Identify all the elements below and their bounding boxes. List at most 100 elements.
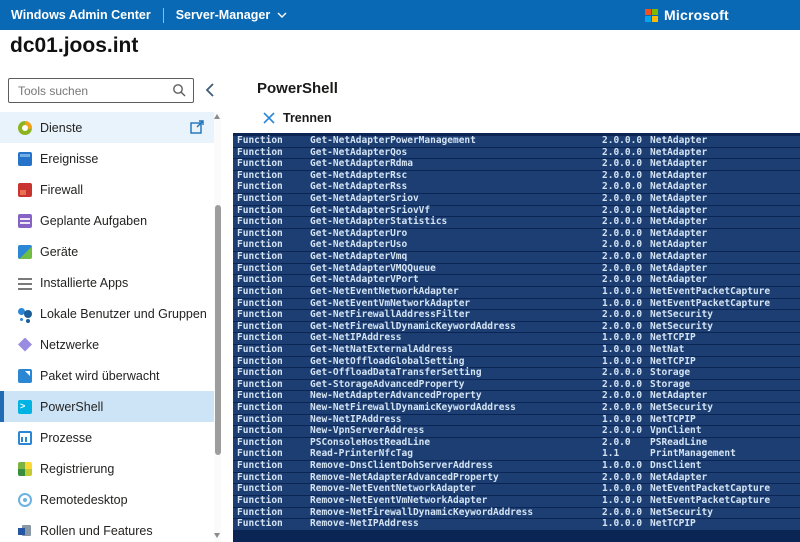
sidebar-item-scheduled-tasks[interactable]: Geplante Aufgaben <box>0 205 214 236</box>
network-icon <box>18 337 32 352</box>
sidebar-item-label: Ereignisse <box>40 151 99 166</box>
processes-icon <box>18 430 32 445</box>
solution-picker-label: Server-Manager <box>175 8 271 22</box>
console-row: Function Get-NetAdapterUro 2.0.0.0 NetAdapt… <box>233 228 800 240</box>
page-title: dc01.joos.int <box>10 34 139 57</box>
microsoft-logo: Microsoft <box>645 0 729 30</box>
console-row: Function New-NetFirewallDynamicKeywordAdd… <box>233 402 800 414</box>
sidebar-item-processes[interactable]: Prozesse <box>0 422 214 453</box>
console-row: Function New-NetIPAddress 1.0.0.0 NetTCPIP <box>233 414 800 426</box>
console-row: Function Get-NetAdapterQos 2.0.0.0 NetAdapt… <box>233 147 800 159</box>
sidebar-item-label: PowerShell <box>40 399 104 414</box>
scrollbar-thumb[interactable] <box>214 205 221 455</box>
disconnect-label: Trennen <box>283 111 332 125</box>
console-row: Function New-NetAdapterAdvancedProperty 2.… <box>233 391 800 403</box>
firewall-icon <box>18 182 32 197</box>
solution-picker[interactable]: Server-Manager <box>176 8 288 22</box>
services-gear-icon <box>18 120 32 135</box>
top-app-bar: Windows Admin Center Server-Manager Micr… <box>0 0 800 30</box>
open-in-new-icon[interactable] <box>190 120 205 134</box>
console-row: Function Get-NetAdapterVPort 2.0.0.0 NetAda… <box>233 275 800 286</box>
console-row: Function Remove-NetAdapterAdvancedPropert… <box>233 472 800 484</box>
scheduled-tasks-icon <box>18 213 32 228</box>
microsoft-logo-text: Microsoft <box>664 7 729 23</box>
windows-admin-center-window: Windows Admin Center Server-Manager Micr… <box>0 0 800 542</box>
tool-title: PowerShell <box>257 80 338 97</box>
console-row: Function Get-NetAdapterUso 2.0.0.0 NetAdapt… <box>233 240 800 252</box>
tools-sidebar: Dienste Ereignisse Firewall Geplante Aufgab… <box>0 66 222 542</box>
console-row: Function PSConsoleHostReadLine 2.0.0 PSRead… <box>233 437 800 449</box>
roles-features-icon <box>18 525 31 536</box>
search-input[interactable] <box>8 78 194 103</box>
sidebar-item-label: Remotedesktop <box>40 492 128 507</box>
scroll-down-icon[interactable] <box>214 533 220 538</box>
console-row: Function Get-NetOffloadGlobalSetting 1.0.0… <box>233 356 800 368</box>
sidebar-item-label: Installierte Apps <box>40 275 129 290</box>
sidebar-item-label: Paket wird überwacht <box>40 368 160 383</box>
sidebar-menu: Dienste Ereignisse Firewall Geplante Aufgab… <box>0 112 214 542</box>
sidebar-item-remote-desktop[interactable]: Remotedesktop <box>0 484 214 515</box>
console-row: Function Remove-NetEventNetworkAdapter 1.0… <box>233 483 800 495</box>
console-row: Function Get-NetAdapterPowerManagement 2.0… <box>233 135 800 147</box>
sidebar-item-label: Registrierung <box>40 461 115 476</box>
sidebar-item-firewall[interactable]: Firewall <box>0 174 214 205</box>
package-monitor-icon <box>18 368 32 383</box>
events-icon <box>18 151 32 166</box>
console-row: Function Get-NetAdapterStatistics 2.0.0.0 N… <box>233 216 800 228</box>
sidebar-item-label: Rollen und Features <box>40 523 153 538</box>
console-row: Function Get-NetNatExternalAddress 1.0.0.0… <box>233 344 800 356</box>
registry-icon <box>18 461 32 476</box>
console-row: Function Get-StorageAdvancedProperty 2.0.0… <box>233 379 800 391</box>
powershell-icon <box>18 399 32 414</box>
console-row: Function Get-NetFirewallAddressFilter 2.0.… <box>233 309 800 321</box>
console-row: Function Get-NetAdapterRsc 2.0.0.0 NetAdapt… <box>233 170 800 182</box>
sidebar-item-local-users-groups[interactable]: Lokale Benutzer und Gruppen <box>0 298 214 329</box>
sidebar-item-label: Dienste <box>40 120 83 135</box>
microsoft-logo-icon <box>645 8 658 22</box>
users-groups-icon <box>18 307 32 321</box>
topbar-divider <box>162 7 164 23</box>
sidebar-item-roles-features[interactable]: Rollen und Features <box>0 515 214 542</box>
console-row: Function Get-NetIPAddress 1.0.0.0 NetTCPIP <box>233 333 800 345</box>
console-row: Function Read-PrinterNfcTag 1.1 PrintManage… <box>233 449 800 461</box>
console-row: Function Get-NetEventNetworkAdapter 1.0.0.… <box>233 286 800 298</box>
sidebar-item-packet-monitoring[interactable]: Paket wird überwacht <box>0 360 214 391</box>
sidebar-item-label: Geräte <box>40 244 79 259</box>
chevron-left-icon[interactable] <box>202 81 220 99</box>
console-row: Function New-VpnServerAddress 2.0.0.0 VpnCl… <box>233 425 800 437</box>
sidebar-item-label: Firewall <box>40 182 84 197</box>
sidebar-item-label: Geplante Aufgaben <box>40 213 148 228</box>
sidebar-item-installed-apps[interactable]: Installierte Apps <box>0 267 214 298</box>
app-title[interactable]: Windows Admin Center <box>11 8 151 22</box>
console-row: Function Remove-NetFirewallDynamicKeyword… <box>233 507 800 519</box>
console-row: Function Get-NetFirewallDynamicKeywordAdd… <box>233 321 800 333</box>
console-row: Function Get-NetAdapterVmq 2.0.0.0 NetAdapt… <box>233 251 800 263</box>
console-row: Function Get-NetAdapterSriovVf 2.0.0.0 NetA… <box>233 205 800 217</box>
disconnect-button[interactable]: Trennen <box>263 111 332 125</box>
chevron-down-icon <box>277 12 287 18</box>
console-row: Function Get-NetEventVmNetworkAdapter 1.0.… <box>233 298 800 310</box>
selected-accent-bar <box>0 391 4 422</box>
sidebar-item-devices[interactable]: Geräte <box>0 236 214 267</box>
devices-icon <box>18 244 32 259</box>
sidebar-item-events[interactable]: Ereignisse <box>0 143 214 174</box>
console-row: Function Remove-DnsClientDohServerAddress… <box>233 460 800 472</box>
sidebar-item-powershell[interactable]: PowerShell <box>0 391 214 422</box>
console-row: Function Get-NetAdapterVMQQueue 2.0.0.0 Net… <box>233 263 800 275</box>
console-row: Function Remove-NetIPAddress 1.0.0.0 NetTCP… <box>233 518 800 530</box>
console-row: Function Get-NetAdapterRdma 2.0.0.0 NetAdap… <box>233 158 800 170</box>
search-icon <box>173 84 186 97</box>
installed-apps-icon <box>18 277 32 290</box>
console-row: Function Remove-NetEventVmNetworkAdapter 1… <box>233 495 800 507</box>
sidebar-item-label: Netzwerke <box>40 337 100 352</box>
sidebar-item-registry[interactable]: Registrierung <box>0 453 214 484</box>
sidebar-item-label: Lokale Benutzer und Gruppen <box>40 306 207 321</box>
sidebar-item-services[interactable]: Dienste <box>0 112 214 143</box>
sidebar-scrollbar[interactable] <box>214 112 221 542</box>
powershell-console-output[interactable]: Function Get-NetAdapterPowerManagement 2.0… <box>233 133 800 542</box>
scroll-up-icon[interactable] <box>214 114 220 119</box>
remote-desktop-icon <box>18 492 32 507</box>
console-row: Function Get-NetAdapterRss 2.0.0.0 NetAdapt… <box>233 182 800 194</box>
sidebar-item-networks[interactable]: Netzwerke <box>0 329 214 360</box>
console-row: Function Get-NetAdapterSriov 2.0.0.0 NetAda… <box>233 193 800 205</box>
